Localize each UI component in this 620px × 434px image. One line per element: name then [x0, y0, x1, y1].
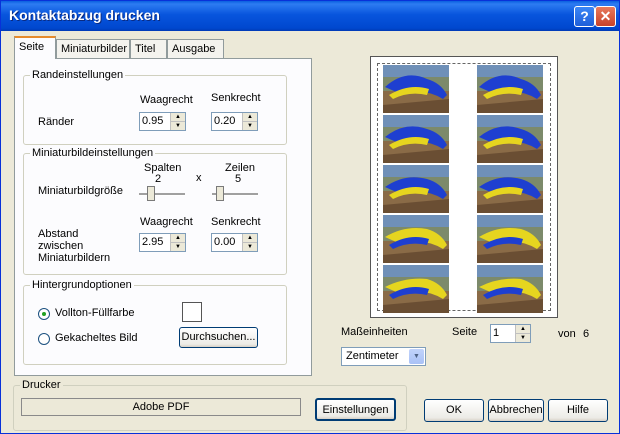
page-preview [370, 56, 558, 318]
thumbnail-image [383, 165, 449, 213]
spin-down-icon[interactable]: ▼ [171, 122, 185, 130]
help-title-button[interactable]: ? [574, 6, 595, 27]
solid-fill-radio[interactable] [38, 308, 50, 320]
spinner-value: 2.95 [142, 236, 164, 248]
printer-name-field: Adobe PDF [21, 398, 301, 416]
tab-label: Miniaturbilder [61, 43, 128, 55]
slider-handle[interactable] [147, 186, 155, 201]
spin-down-icon[interactable]: ▼ [243, 122, 257, 130]
help-button[interactable]: Hilfe [548, 399, 608, 422]
spacing-horizontal-header: Waagrecht [140, 216, 193, 228]
thumbnail-image [383, 115, 449, 163]
close-title-button[interactable]: ✕ [595, 6, 616, 27]
tab-miniaturbilder[interactable]: Miniaturbilder [56, 39, 130, 58]
chevron-down-icon[interactable]: ▼ [409, 349, 424, 364]
units-label: Maßeinheiten [341, 326, 408, 338]
thumbnail-image [383, 65, 449, 113]
slider-handle[interactable] [216, 186, 224, 201]
page-of-label: von [558, 328, 576, 340]
thumbnail-group: Miniaturbildeinstellungen Spalten 2 x Ze… [23, 147, 287, 275]
window-title: Kontaktabzug drucken [9, 7, 160, 23]
spin-up-icon[interactable]: ▲ [243, 113, 257, 122]
close-icon: ✕ [599, 8, 612, 24]
tab-titel[interactable]: Titel [130, 39, 167, 58]
margins-vertical-header: Senkrecht [211, 92, 261, 104]
tab-ausgabe[interactable]: Ausgabe [167, 39, 224, 58]
background-legend: Hintergrundoptionen [30, 279, 134, 291]
spin-up-icon[interactable]: ▲ [171, 234, 185, 243]
thumbnail-image [383, 265, 449, 313]
spin-up-icon[interactable]: ▲ [516, 325, 530, 334]
spacing-label-line1: Abstand [38, 228, 79, 240]
margins-horizontal-header: Waagrecht [140, 94, 193, 106]
thumbnail-size-label: Miniaturbildgröße [38, 185, 123, 197]
help-icon: ? [580, 8, 589, 24]
printer-legend: Drucker [20, 379, 63, 391]
units-selected: Zentimeter [346, 350, 399, 362]
spacing-vertical-header: Senkrecht [211, 216, 261, 228]
thumbnail-image [477, 65, 543, 113]
ok-button[interactable]: OK [424, 399, 484, 422]
page-total: 6 [583, 328, 590, 340]
spin-up-icon[interactable]: ▲ [243, 234, 257, 243]
thumbnail-image [477, 265, 543, 313]
spacing-vertical-spinner[interactable]: 0.00 ▲ ▼ [211, 233, 258, 252]
spacing-label-line2: zwischen [38, 240, 84, 252]
spacing-horizontal-spinner[interactable]: 2.95 ▲ ▼ [139, 233, 186, 252]
browse-button[interactable]: Durchsuchen... [179, 327, 258, 348]
spin-up-icon[interactable]: ▲ [171, 113, 185, 122]
spin-down-icon[interactable]: ▼ [243, 243, 257, 251]
spin-down-icon[interactable]: ▼ [171, 243, 185, 251]
background-group: Hintergrundoptionen Vollton-Füllfarbe Ge… [23, 279, 287, 365]
thumbnail-legend: Miniaturbildeinstellungen [30, 147, 156, 159]
columns-slider[interactable] [139, 186, 185, 202]
margin-horizontal-spinner[interactable]: 0.95 ▲ ▼ [139, 112, 186, 131]
spinner-value: 1 [493, 327, 500, 339]
tab-label: Seite [19, 41, 45, 53]
page-label: Seite [452, 326, 478, 338]
spinner-value: 0.20 [214, 115, 236, 127]
thumbnail-image [477, 215, 543, 263]
margin-vertical-spinner[interactable]: 0.20 ▲ ▼ [211, 112, 258, 131]
rows-value: 5 [235, 173, 242, 185]
spinner-value: 0.95 [142, 115, 164, 127]
tiled-image-label: Gekacheltes Bild [55, 332, 138, 344]
spinner-value: 0.00 [214, 236, 236, 248]
tab-label: Ausgabe [172, 43, 216, 55]
dialog-window: Kontaktabzug drucken ? ✕ Seite Miniaturb… [0, 0, 620, 434]
thumbnail-image [477, 165, 543, 213]
margins-group: Randeinstellungen Waagrecht Senkrecht Rä… [23, 69, 287, 145]
printer-settings-button[interactable]: Einstellungen [315, 398, 396, 421]
spin-down-icon[interactable]: ▼ [516, 334, 530, 342]
title-bar: Kontaktabzug drucken ? ✕ [1, 1, 619, 31]
times-sign: x [196, 172, 202, 184]
columns-value: 2 [155, 173, 162, 185]
tab-panel-seite: Randeinstellungen Waagrecht Senkrecht Rä… [14, 58, 312, 376]
units-dropdown[interactable]: Zentimeter ▼ [341, 347, 426, 366]
margins-legend: Randeinstellungen [30, 69, 126, 81]
tab-label: Titel [135, 43, 156, 55]
rows-slider[interactable] [212, 186, 258, 202]
solid-fill-label: Vollton-Füllfarbe [55, 307, 135, 319]
tiled-image-radio[interactable] [38, 333, 50, 345]
margins-label: Ränder [38, 116, 75, 128]
thumbnail-image [477, 115, 543, 163]
fill-color-button[interactable] [182, 302, 202, 322]
spacing-label-line3: Miniaturbildern [38, 252, 111, 264]
columns-label: Spalten [144, 162, 182, 174]
thumbnail-image [383, 215, 449, 263]
tab-seite[interactable]: Seite [14, 36, 56, 59]
page-spinner[interactable]: 1 ▲ ▼ [490, 324, 531, 343]
cancel-button[interactable]: Abbrechen [488, 399, 544, 422]
